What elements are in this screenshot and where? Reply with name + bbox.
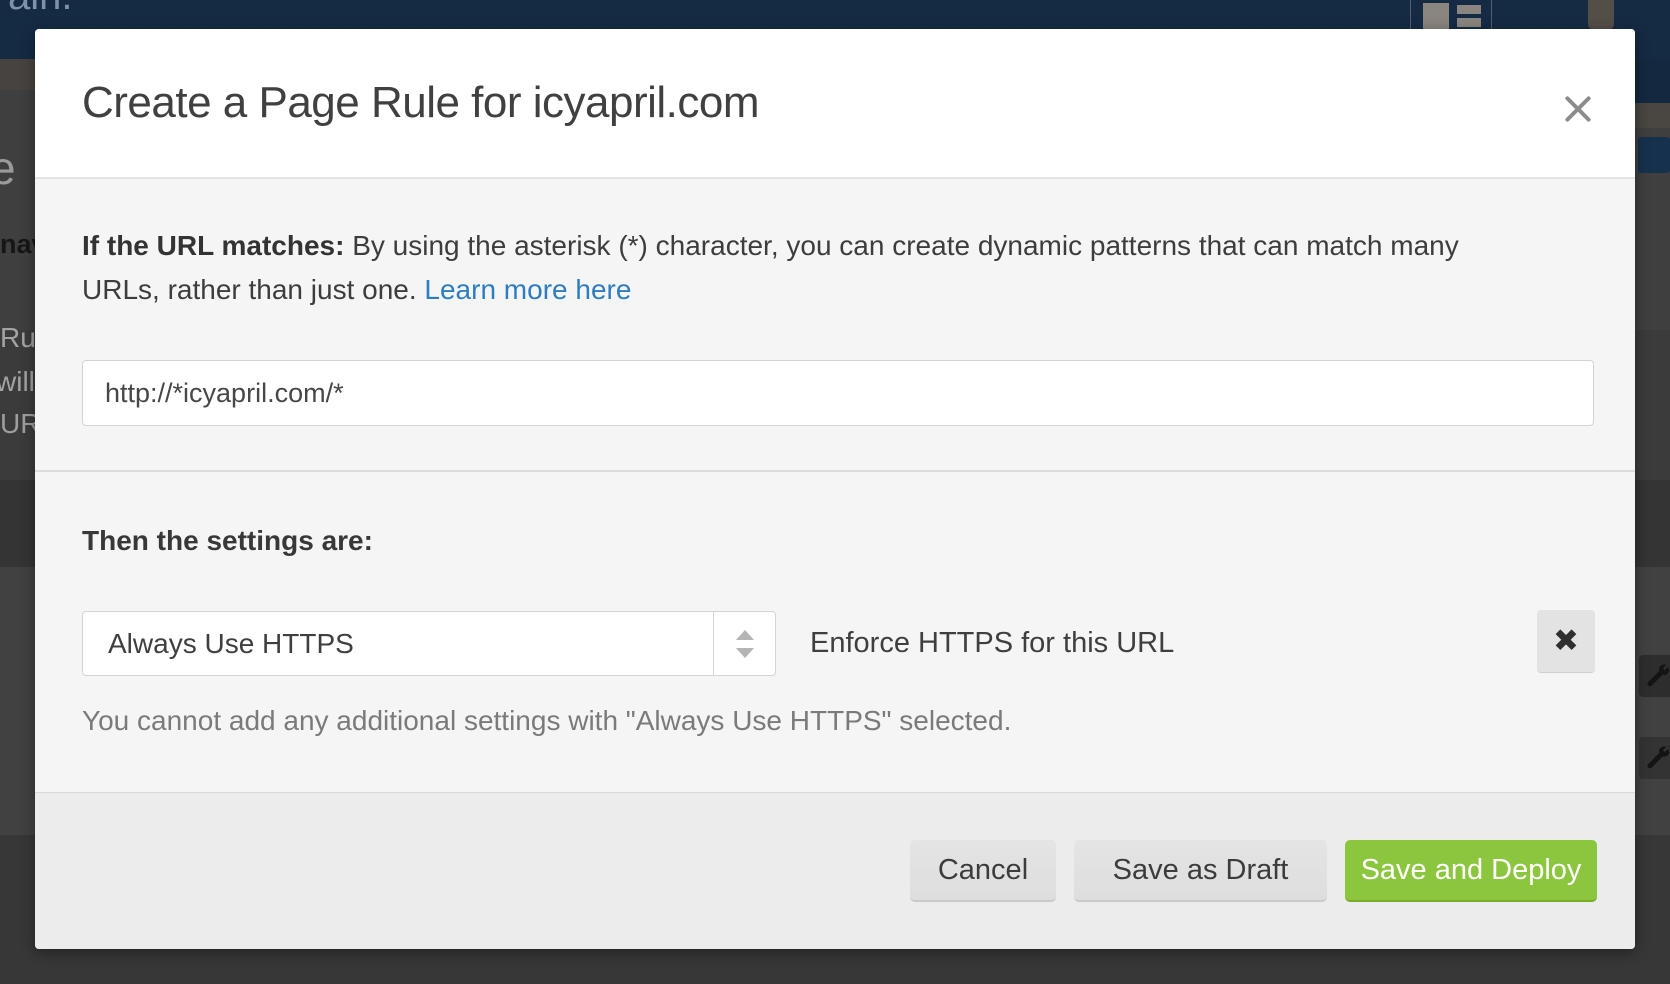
edit-rule-button-fragment (1639, 737, 1670, 779)
list-view-icon (1457, 18, 1481, 27)
save-and-deploy-button[interactable]: Save and Deploy (1345, 840, 1597, 902)
background-button-fragment (1638, 137, 1670, 173)
background-fragment (1635, 59, 1670, 103)
learn-more-link[interactable]: Learn more here (424, 274, 631, 305)
remove-icon: ✖ (1553, 623, 1579, 659)
url-match-label: If the URL matches: (82, 230, 344, 261)
view-toggle-icon (1410, 0, 1492, 32)
chevron-up-icon (736, 630, 754, 640)
grid-view-icon (1423, 3, 1449, 29)
dialog-title: Create a Page Rule for icyapril.com (82, 78, 759, 128)
chevron-down-icon (736, 648, 754, 658)
create-page-rule-dialog: Create a Page Rule for icyapril.com If t… (35, 29, 1635, 949)
page-text-fragment: Ru (0, 322, 36, 354)
navbar-icon-fragment (1588, 0, 1614, 30)
close-icon[interactable] (1555, 86, 1601, 132)
setting-dropdown[interactable]: Always Use HTTPS (82, 611, 776, 676)
settings-section: Then the settings are: Always Use HTTPS … (35, 472, 1635, 792)
url-match-description: If the URL matches: By using the asteris… (82, 224, 1512, 312)
edit-rule-button-fragment (1639, 655, 1670, 697)
save-as-draft-button[interactable]: Save as Draft (1074, 840, 1327, 902)
remove-setting-button[interactable]: ✖ (1537, 610, 1595, 673)
page-text-fragment: will (0, 366, 35, 398)
page-text-fragment: e (0, 141, 16, 195)
setting-helper-text: You cannot add any additional settings w… (82, 705, 1011, 737)
settings-heading: Then the settings are: (82, 525, 373, 557)
wrench-icon (1643, 743, 1670, 773)
dropdown-stepper-icon (713, 612, 775, 675)
background-fragment (1635, 103, 1670, 128)
wrench-icon (1643, 661, 1670, 691)
cancel-button[interactable]: Cancel (910, 840, 1056, 902)
setting-description: Enforce HTTPS for this URL (810, 611, 1174, 676)
dialog-footer: Cancel Save as Draft Save and Deploy (35, 792, 1635, 949)
url-pattern-input[interactable] (82, 360, 1594, 426)
url-match-section: If the URL matches: By using the asteris… (35, 179, 1635, 470)
setting-dropdown-value: Always Use HTTPS (108, 612, 354, 675)
navbar-text-fragment: ain. (8, 0, 73, 19)
dialog-header: Create a Page Rule for icyapril.com (35, 29, 1635, 179)
list-view-icon (1457, 5, 1481, 14)
